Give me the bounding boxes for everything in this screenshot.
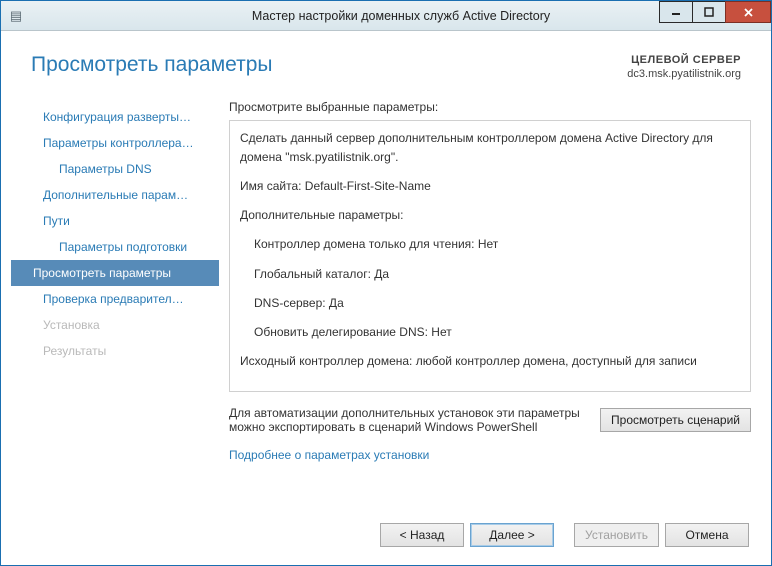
- automation-text: Для автоматизации дополнительных установ…: [229, 406, 590, 434]
- body: Конфигурация разверты…Параметры контролл…: [1, 92, 771, 509]
- nav-step-1[interactable]: Параметры контроллера…: [11, 130, 219, 156]
- review-line: Исходный контроллер домена: любой контро…: [240, 352, 740, 371]
- nav-step-6[interactable]: Просмотреть параметры: [11, 260, 219, 286]
- content: Просмотреть параметры ЦЕЛЕВОЙ СЕРВЕР dc3…: [1, 31, 771, 565]
- nav-step-2[interactable]: Параметры DNS: [11, 156, 219, 182]
- install-button: Установить: [574, 523, 659, 547]
- review-line: Имя сайта: Default-First-Site-Name: [240, 177, 740, 196]
- instruction: Просмотрите выбранные параметры:: [229, 100, 751, 114]
- automation-row: Для автоматизации дополнительных установ…: [229, 406, 751, 434]
- review-line: DNS-сервер: Да: [240, 294, 740, 313]
- next-button[interactable]: Далее >: [470, 523, 554, 547]
- nav-steps: Конфигурация разверты…Параметры контролл…: [11, 92, 219, 509]
- wizard-window: ▤ Мастер настройки доменных служб Active…: [0, 0, 772, 566]
- maximize-button[interactable]: [692, 1, 726, 23]
- server-name: dc3.msk.pyatilistnik.org: [627, 67, 741, 81]
- nav-step-7[interactable]: Проверка предварител…: [11, 286, 219, 312]
- nav-step-4[interactable]: Пути: [11, 208, 219, 234]
- review-line: Обновить делегирование DNS: Нет: [240, 323, 740, 342]
- more-info-link[interactable]: Подробнее о параметрах установки: [229, 448, 751, 462]
- review-line: Сделать данный сервер дополнительным кон…: [240, 129, 740, 167]
- view-script-button[interactable]: Просмотреть сценарий: [600, 408, 751, 432]
- main-panel: Просмотрите выбранные параметры: Сделать…: [219, 92, 757, 509]
- nav-step-9: Результаты: [11, 338, 219, 364]
- nav-step-8: Установка: [11, 312, 219, 338]
- page-title: Просмотреть параметры: [31, 53, 273, 77]
- header: Просмотреть параметры ЦЕЛЕВОЙ СЕРВЕР dc3…: [1, 31, 771, 92]
- close-button[interactable]: [725, 1, 771, 23]
- target-server: ЦЕЛЕВОЙ СЕРВЕР dc3.msk.pyatilistnik.org: [627, 53, 741, 82]
- nav-step-5[interactable]: Параметры подготовки: [11, 234, 219, 260]
- minimize-button[interactable]: [659, 1, 693, 23]
- window-buttons: [660, 1, 771, 24]
- review-line: Контроллер домена только для чтения: Нет: [240, 235, 740, 254]
- review-line: Глобальный каталог: Да: [240, 265, 740, 284]
- back-button[interactable]: < Назад: [380, 523, 464, 547]
- titlebar: ▤ Мастер настройки доменных служб Active…: [1, 1, 771, 31]
- nav-step-3[interactable]: Дополнительные парам…: [11, 182, 219, 208]
- options-review-box[interactable]: Сделать данный сервер дополнительным кон…: [229, 120, 751, 392]
- cancel-button[interactable]: Отмена: [665, 523, 749, 547]
- footer: < Назад Далее > Установить Отмена: [1, 509, 771, 565]
- server-label: ЦЕЛЕВОЙ СЕРВЕР: [627, 53, 741, 67]
- nav-step-0[interactable]: Конфигурация разверты…: [11, 104, 219, 130]
- app-icon: ▤: [1, 8, 31, 24]
- review-line: Дополнительные параметры:: [240, 206, 740, 225]
